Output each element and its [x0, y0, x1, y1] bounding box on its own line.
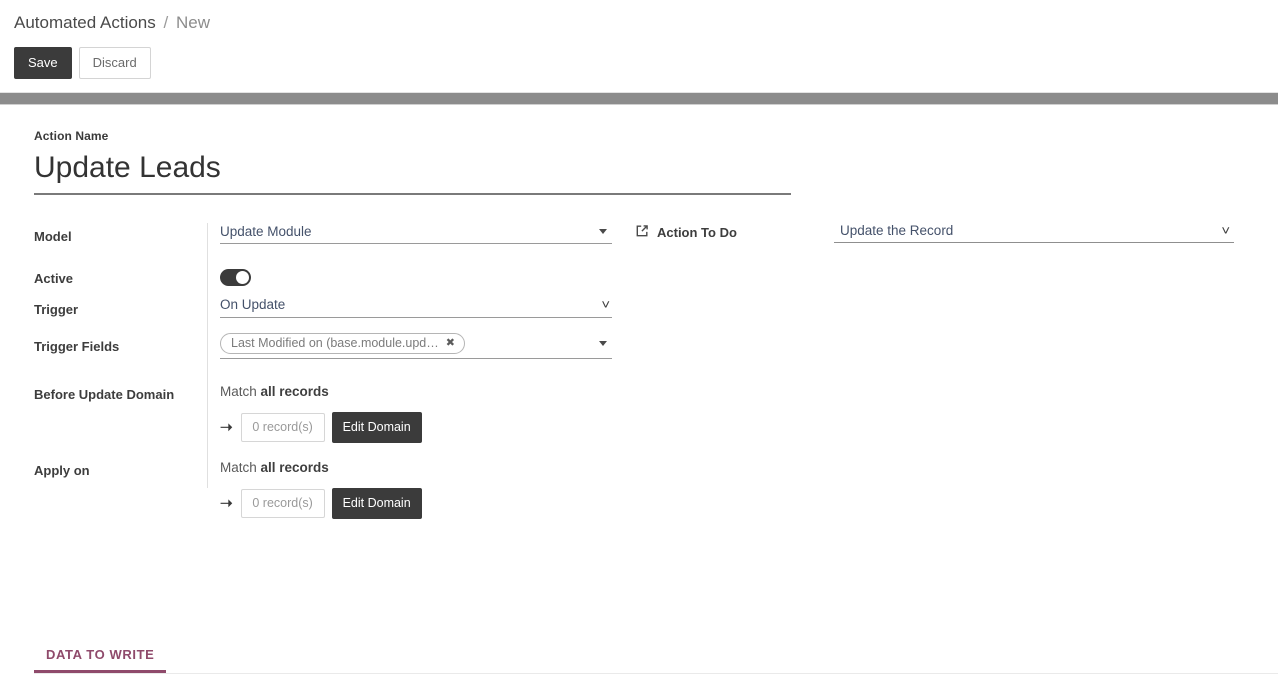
chevron-down-icon[interactable]	[599, 341, 607, 346]
notebook-tabs: DATA TO WRITE	[34, 642, 1278, 674]
field-group-left: Model Update Module Active Trigger On Up…	[34, 221, 634, 519]
tab-data-to-write[interactable]: DATA TO WRITE	[34, 642, 167, 673]
model-input[interactable]: Update Module	[220, 221, 612, 244]
breadcrumb-item-automated-actions[interactable]: Automated Actions	[14, 13, 156, 32]
action-to-do-label-wrap: Action To Do	[634, 223, 834, 242]
field-row-apply-on: Apply on Match all records ➝ 0 record(s)…	[34, 455, 634, 519]
chevron-down-icon[interactable]: ˅	[1222, 224, 1231, 237]
field-row-trigger-fields: Trigger Fields Last Modified on (base.mo…	[34, 331, 634, 359]
trigger-fields-label: Trigger Fields	[34, 339, 120, 354]
action-to-do-value: Update the Record	[840, 223, 954, 238]
field-row-model: Model Update Module	[34, 221, 634, 247]
action-name-input[interactable]: Update Leads	[34, 149, 791, 195]
trigger-fields-input[interactable]: Last Modified on (base.module.upd… ✖	[220, 331, 612, 359]
record-action-buttons: Save Discard	[14, 47, 1278, 79]
before-update-domain-label: Before Update Domain	[34, 387, 175, 402]
model-value: Update Module	[220, 224, 312, 239]
before-update-domain-match-line: Match all records	[220, 382, 634, 402]
chevron-down-icon[interactable]: ˅	[602, 298, 611, 311]
trigger-label: Trigger	[34, 302, 79, 317]
group-divider	[207, 223, 208, 488]
apply-on-match-line: Match all records	[220, 458, 634, 478]
action-name-label: Action Name	[34, 129, 109, 143]
field-row-trigger: Trigger On Update ˅	[34, 294, 634, 320]
save-button[interactable]: Save	[14, 47, 72, 79]
arrow-right-icon: ➝	[220, 419, 233, 436]
active-label: Active	[34, 271, 74, 286]
apply-on-domain-controls: ➝ 0 record(s) Edit Domain	[220, 488, 634, 519]
breadcrumb-item-new: New	[175, 13, 210, 32]
apply-on-domain-widget: Match all records ➝ 0 record(s) Edit Dom…	[220, 455, 634, 519]
field-row-before-update-domain: Before Update Domain Match all records ➝…	[34, 379, 634, 443]
chevron-down-icon[interactable]	[599, 229, 607, 234]
external-link-icon[interactable]	[634, 223, 650, 242]
tag-chip-label: Last Modified on (base.module.upd…	[231, 336, 439, 350]
before-update-domain-edit-button[interactable]: Edit Domain	[331, 412, 422, 443]
action-to-do-label: Action To Do	[657, 224, 737, 240]
discard-button[interactable]: Discard	[78, 47, 151, 79]
action-to-do-select[interactable]: Update the Record ˅	[834, 221, 1234, 243]
before-update-domain-widget: Match all records ➝ 0 record(s) Edit Dom…	[220, 379, 634, 443]
apply-on-edit-button[interactable]: Edit Domain	[331, 488, 422, 519]
control-panel: Automated Actions / New Save Discard	[0, 0, 1278, 79]
before-update-domain-controls: ➝ 0 record(s) Edit Domain	[220, 412, 634, 443]
breadcrumb-separator: /	[163, 13, 169, 32]
before-update-domain-record-count[interactable]: 0 record(s)	[240, 413, 325, 442]
toggle-knob	[236, 271, 249, 284]
active-toggle[interactable]	[220, 269, 251, 286]
match-prefix: Match	[220, 384, 257, 399]
apply-on-label: Apply on	[34, 463, 90, 478]
panel-separator-bar	[0, 92, 1278, 105]
field-groups: Model Update Module Active Trigger On Up…	[34, 221, 1278, 519]
close-icon[interactable]: ✖	[446, 337, 455, 349]
match-target: all records	[260, 384, 329, 399]
field-row-action-to-do: Action To Do Update the Record ˅	[634, 221, 1278, 243]
match-target: all records	[260, 460, 329, 475]
breadcrumb: Automated Actions / New	[14, 12, 1278, 34]
field-row-active: Active	[34, 263, 634, 290]
tag-chip[interactable]: Last Modified on (base.module.upd… ✖	[220, 333, 465, 354]
model-label: Model	[34, 229, 72, 244]
field-group-right: Action To Do Update the Record ˅	[634, 221, 1278, 519]
arrow-right-icon: ➝	[220, 495, 233, 512]
match-prefix: Match	[220, 460, 257, 475]
trigger-value: On Update	[220, 297, 286, 312]
form-sheet: Action Name Update Leads Model Update Mo…	[0, 105, 1278, 674]
trigger-select[interactable]: On Update ˅	[220, 294, 612, 318]
apply-on-record-count[interactable]: 0 record(s)	[240, 489, 325, 518]
notebook: DATA TO WRITE	[0, 642, 1278, 674]
